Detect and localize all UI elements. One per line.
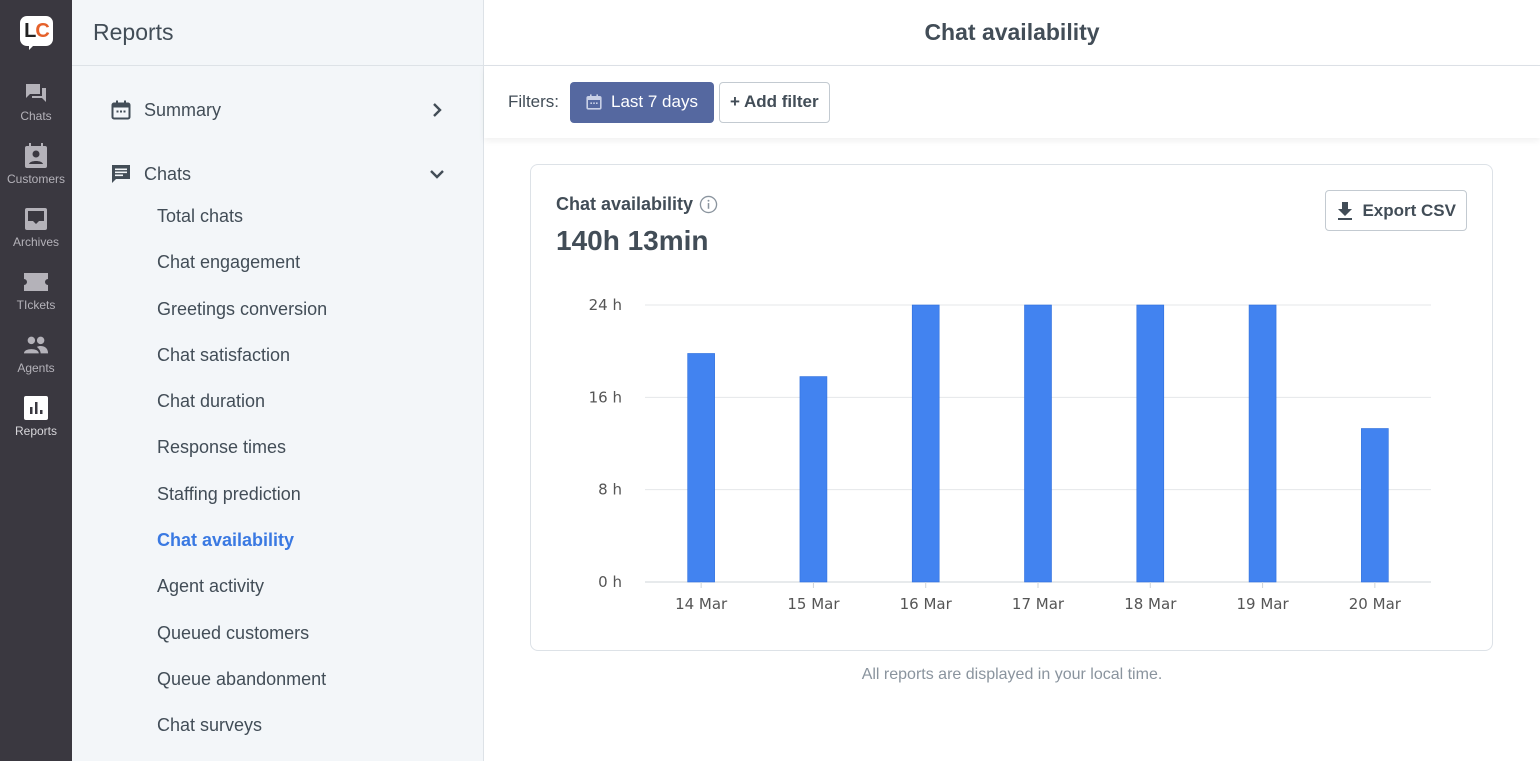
x-tick-label: 20 Mar	[1349, 595, 1402, 613]
sidebar-item-chat-satisfaction[interactable]: Chat satisfaction	[157, 343, 483, 389]
bar-18-mar	[1136, 304, 1165, 583]
x-tick-label: 15 Mar	[787, 595, 840, 613]
x-tick-label: 14 Mar	[675, 595, 728, 613]
rail-item-agents[interactable]: Agents	[0, 332, 72, 375]
y-tick-label: 24 h	[589, 296, 622, 314]
sidebar-item-agent-activity[interactable]: Agent activity	[157, 574, 483, 620]
chat-message-icon	[110, 163, 132, 185]
livechat-logo[interactable]: LC	[18, 14, 54, 52]
logo-bubble-tail	[29, 44, 35, 50]
page-title: Chat availability	[924, 19, 1100, 45]
rail-item-label: Customers	[6, 172, 65, 186]
sidebar-section-chats[interactable]: Chats	[72, 159, 483, 189]
main-panel: Chat availability Filters: Last 7 days +…	[484, 0, 1540, 761]
y-tick-label: 8 h	[598, 481, 622, 499]
bar-19-mar	[1248, 304, 1277, 583]
rail-item-label: Archives	[12, 235, 59, 249]
chevron-right-icon	[429, 102, 445, 118]
y-tick-label: 16 h	[589, 388, 622, 406]
sidebar-item-response-times[interactable]: Response times	[157, 435, 483, 481]
sidebar-item-chat-engagement[interactable]: Chat engagement	[157, 250, 483, 296]
archives-icon	[23, 206, 49, 232]
rail-item-label: Agents	[17, 361, 55, 375]
logo-letter-c: C	[35, 20, 49, 42]
date-range-filter-button[interactable]: Last 7 days	[570, 81, 714, 123]
chats-report-list: Total chats Chat engagement Greetings co…	[72, 204, 483, 760]
sidebar-item-queue-abandonment[interactable]: Queue abandonment	[157, 667, 483, 713]
customers-icon	[23, 143, 49, 169]
x-tick-label: 18 Mar	[1124, 595, 1177, 613]
x-tick-label: 17 Mar	[1012, 595, 1065, 613]
sidebar-header: Reports	[72, 0, 483, 66]
x-tick-label: 19 Mar	[1236, 595, 1289, 613]
filters-label: Filters:	[508, 92, 559, 111]
sidebar-title: Reports	[93, 19, 174, 45]
sidebar-item-greetings-conversion[interactable]: Greetings conversion	[157, 297, 483, 343]
rail-item-customers[interactable]: Customers	[0, 143, 72, 186]
download-icon	[1336, 201, 1354, 221]
card-title: Chat availability	[556, 194, 718, 215]
card-title-text: Chat availability	[556, 194, 694, 214]
sidebar-item-queued-customers[interactable]: Queued customers	[157, 621, 483, 667]
total-availability-value: 140h 13min	[556, 225, 709, 256]
page-header: Chat availability	[484, 0, 1540, 66]
filters-bar: Filters: Last 7 days + Add filter	[484, 66, 1540, 138]
sidebar-item-chat-duration[interactable]: Chat duration	[157, 389, 483, 435]
date-range-label: Last 7 days	[611, 92, 698, 111]
sidebar-section-label: Chats	[144, 163, 192, 184]
sidebar-item-total-chats[interactable]: Total chats	[157, 204, 483, 250]
export-csv-button[interactable]: Export CSV	[1325, 190, 1467, 231]
info-icon[interactable]	[699, 195, 718, 214]
reports-icon	[23, 395, 49, 421]
sidebar-item-chat-surveys[interactable]: Chat surveys	[157, 713, 483, 759]
rail-item-tickets[interactable]: TIckets	[0, 269, 72, 312]
logo-letter-l: L	[24, 20, 36, 42]
bar-20-mar	[1361, 428, 1389, 583]
rail-item-label: TIckets	[16, 298, 56, 312]
bar-14-mar	[687, 353, 715, 583]
rail-item-reports[interactable]: Reports	[0, 395, 72, 438]
chat-availability-card: 0 h 8 h 16 h 24 h 14 Mar 15 Mar 16 Mar 17 Mar 18…	[530, 164, 1493, 651]
x-tick-label: 16 Mar	[900, 595, 953, 613]
rail-item-archives[interactable]: Archives	[0, 206, 72, 249]
app-root: LC Chats Customers Archives TIckets Agen…	[0, 0, 1540, 761]
rail-item-chats[interactable]: Chats	[0, 80, 72, 123]
add-filter-button[interactable]: + Add filter	[718, 81, 830, 123]
agents-icon	[23, 332, 49, 358]
sidebar-item-chat-availability[interactable]: Chat availability	[157, 528, 483, 574]
calendar-icon	[110, 99, 132, 121]
sidebar-item-staffing-prediction[interactable]: Staffing prediction	[157, 482, 483, 528]
reports-sidebar: Reports Summary Chats Total chats Chat e…	[72, 0, 484, 761]
tickets-icon	[23, 269, 49, 295]
app-nav-rail: LC Chats Customers Archives TIckets Agen…	[0, 0, 72, 761]
rail-item-label: Reports	[14, 424, 58, 438]
timezone-footnote: All reports are displayed in your local …	[861, 666, 1163, 683]
chats-icon	[23, 80, 49, 106]
export-csv-label: Export CSV	[1362, 200, 1456, 220]
logo-bubble: LC	[20, 16, 53, 46]
sidebar-section-label: Summary	[144, 99, 222, 120]
rail-item-label: Chats	[20, 109, 52, 123]
bar-15-mar	[799, 376, 828, 583]
chevron-down-icon	[429, 166, 445, 182]
bar-17-mar	[1024, 304, 1052, 583]
report-content: 0 h 8 h 16 h 24 h 14 Mar 15 Mar 16 Mar 17 Mar 18…	[484, 138, 1540, 761]
sidebar-section-summary[interactable]: Summary	[72, 95, 483, 125]
bar-16-mar	[911, 304, 940, 583]
y-tick-label: 0 h	[598, 573, 622, 591]
calendar-icon	[586, 94, 602, 110]
